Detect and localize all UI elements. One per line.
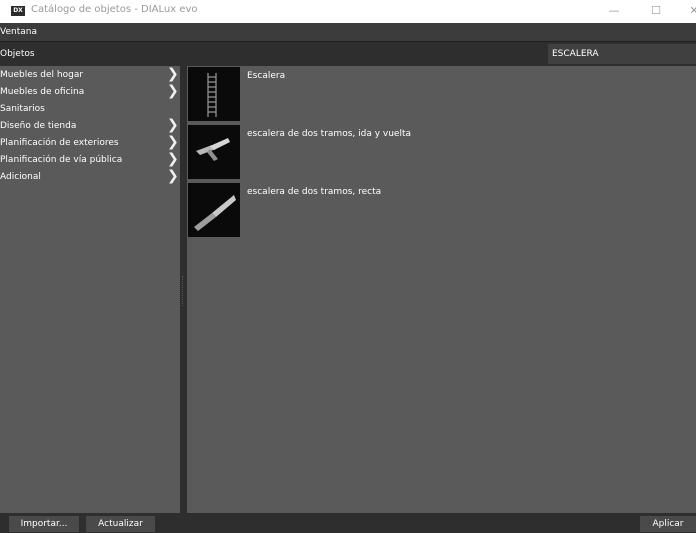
dialux-app-icon: DX bbox=[11, 6, 25, 16]
menu-ventana[interactable]: Ventana bbox=[0, 27, 37, 37]
category-label: Planificación de exteriores bbox=[0, 138, 119, 148]
panel-splitter[interactable] bbox=[180, 66, 187, 513]
category-label: Muebles del hogar bbox=[0, 70, 84, 80]
apply-button[interactable]: Aplicar bbox=[640, 516, 696, 532]
chevron-right-icon: ❯ bbox=[167, 66, 179, 82]
refresh-button[interactable]: Actualizar bbox=[86, 516, 155, 532]
minimize-button[interactable]: — bbox=[604, 2, 624, 20]
objects-header-label: Objetos bbox=[0, 49, 35, 59]
category-label: Muebles de oficina bbox=[0, 87, 85, 97]
object-list: Escalera escalera de dos tramos, ida y v… bbox=[187, 66, 696, 513]
object-label: escalera de dos tramos, recta bbox=[247, 187, 382, 197]
object-label: Escalera bbox=[247, 71, 286, 81]
category-label: Planificación de vía pública bbox=[0, 155, 123, 165]
category-adicional[interactable]: Adicional ❯ bbox=[0, 168, 180, 185]
ladder-icon bbox=[188, 67, 240, 121]
category-diseno-de-tienda[interactable]: Diseño de tienda ❯ bbox=[0, 117, 180, 134]
category-muebles-de-oficina[interactable]: Muebles de oficina ❯ bbox=[0, 83, 180, 100]
category-label: Diseño de tienda bbox=[0, 121, 77, 131]
import-button[interactable]: Importar... bbox=[9, 516, 79, 532]
category-planificacion-de-exteriores[interactable]: Planificación de exteriores ❯ bbox=[0, 134, 180, 151]
chevron-right-icon: ❯ bbox=[167, 151, 179, 167]
menu-bar: Ventana bbox=[0, 23, 696, 42]
category-muebles-del-hogar[interactable]: Muebles del hogar ❯ bbox=[0, 66, 180, 83]
category-sidebar: Muebles del hogar ❯ Muebles de oficina ❯… bbox=[0, 66, 180, 513]
chevron-right-icon: ❯ bbox=[167, 134, 179, 150]
two-flight-straight-stair-icon bbox=[188, 183, 240, 237]
object-item-escalera-recta[interactable]: escalera de dos tramos, recta bbox=[187, 183, 696, 239]
category-planificacion-de-via-publica[interactable]: Planificación de vía pública ❯ bbox=[0, 151, 180, 168]
object-label: escalera de dos tramos, ida y vuelta bbox=[247, 129, 411, 139]
chevron-right-icon: ❯ bbox=[167, 83, 179, 99]
chevron-right-icon: ❯ bbox=[167, 168, 179, 184]
search-input[interactable] bbox=[548, 44, 696, 64]
object-item-escalera[interactable]: Escalera bbox=[187, 67, 696, 123]
category-sanitarios[interactable]: Sanitarios bbox=[0, 103, 180, 117]
title-bar: DX Catálogo de objetos - DIALux evo — ☐ … bbox=[0, 0, 696, 23]
maximize-button[interactable]: ☐ bbox=[646, 2, 666, 20]
footer-bar: Importar... Actualizar Aplicar bbox=[0, 513, 696, 533]
object-item-escalera-ida-y-vuelta[interactable]: escalera de dos tramos, ida y vuelta bbox=[187, 125, 696, 181]
two-flight-return-stair-icon bbox=[188, 125, 240, 179]
close-button[interactable]: ✕ bbox=[684, 2, 696, 20]
window-title: Catálogo de objetos - DIALux evo bbox=[31, 4, 198, 15]
category-label: Sanitarios bbox=[0, 104, 45, 114]
splitter-grip[interactable] bbox=[182, 276, 186, 306]
chevron-right-icon: ❯ bbox=[167, 117, 179, 133]
category-label: Adicional bbox=[0, 172, 41, 182]
objects-header: Objetos bbox=[0, 42, 696, 66]
